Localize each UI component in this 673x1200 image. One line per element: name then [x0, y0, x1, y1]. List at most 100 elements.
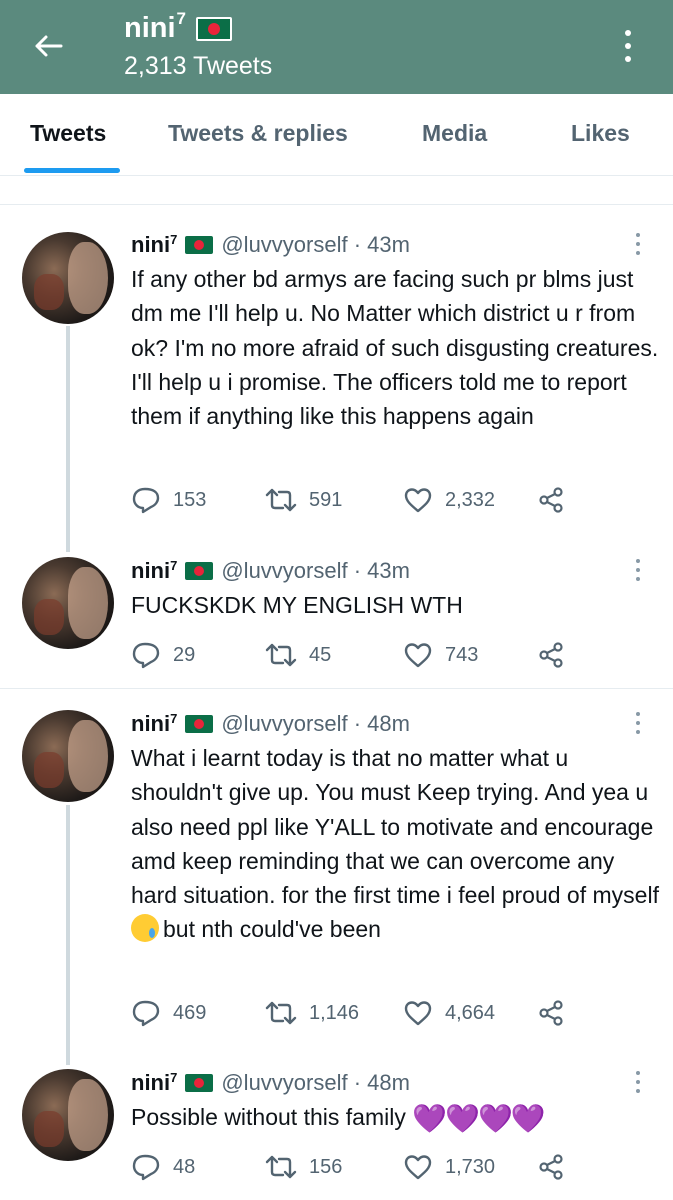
share-icon	[539, 487, 563, 513]
share-button[interactable]	[538, 484, 566, 516]
like-button[interactable]: 4,664	[403, 997, 495, 1029]
retweet-button[interactable]: 45	[265, 639, 331, 671]
profile-name-sup: 7	[176, 8, 187, 28]
tweet-more-icon[interactable]	[632, 233, 644, 255]
tweet-text-part: Possible without this family	[131, 1104, 406, 1130]
profile-header: nini 7 2,313 Tweets	[0, 0, 673, 94]
reply-icon	[132, 642, 160, 669]
tweet-header: nini7 @luvvyorself · 43m	[131, 558, 410, 584]
tweet-text: FUCKSKDK MY ENGLISH WTH	[131, 592, 463, 618]
tweet-text: Possible without this family 💜💜💜💜	[131, 1100, 661, 1136]
like-icon	[404, 1001, 432, 1026]
tweet-header: nini7 @luvvyorself · 48m	[131, 711, 410, 737]
reply-count: 48	[173, 1155, 196, 1178]
divider	[0, 204, 673, 205]
tweet-count: 2,313 Tweets	[124, 52, 273, 80]
avatar[interactable]	[22, 1069, 114, 1161]
tweet-author-name: nini7	[131, 232, 178, 257]
tweet-actions: 29 45 743	[131, 639, 581, 671]
reply-button[interactable]: 48	[131, 1151, 195, 1183]
like-button[interactable]: 2,332	[403, 484, 495, 516]
tweet-text-part: What i learnt today is that no matter wh…	[131, 745, 659, 909]
thread-line	[66, 326, 70, 552]
share-icon	[539, 642, 563, 668]
tweet-separator	[0, 688, 673, 689]
tweet-handle-time: @luvvyorself · 43m	[221, 232, 410, 257]
like-count: 4,664	[445, 1001, 496, 1024]
share-button[interactable]	[538, 997, 566, 1029]
avatar[interactable]	[22, 557, 114, 649]
retweet-button[interactable]: 156	[265, 1151, 342, 1183]
like-count: 743	[445, 643, 479, 666]
retweet-icon	[265, 643, 297, 667]
share-button[interactable]	[538, 639, 566, 671]
avatar[interactable]	[22, 710, 114, 802]
bangladesh-flag-icon	[185, 715, 214, 733]
bangladesh-flag-icon	[196, 16, 233, 41]
tweet-more-icon[interactable]	[632, 559, 644, 581]
purple-hearts-emoji: 💜💜💜💜	[412, 1103, 545, 1134]
tweet-handle-time: @luvvyorself · 43m	[221, 558, 410, 583]
reply-button[interactable]: 469	[131, 997, 206, 1029]
retweet-count: 156	[309, 1155, 343, 1178]
share-button[interactable]	[538, 1151, 566, 1183]
reply-button[interactable]: 29	[131, 639, 195, 671]
like-count: 1,730	[445, 1155, 496, 1178]
like-icon	[404, 1155, 432, 1180]
reply-icon	[132, 1000, 160, 1027]
active-tab-indicator	[24, 168, 120, 173]
bangladesh-flag-icon	[185, 236, 214, 254]
retweet-count: 1,146	[309, 1001, 360, 1024]
tab-tweets[interactable]: Tweets	[30, 120, 106, 147]
tweet-header: nini7 @luvvyorself · 43m	[131, 232, 410, 258]
tweet-header: nini7 @luvvyorself · 48m	[131, 1070, 410, 1096]
more-vertical-icon[interactable]	[616, 26, 640, 66]
tweet-more-icon[interactable]	[632, 1071, 644, 1093]
reply-icon	[132, 487, 160, 514]
retweet-icon	[265, 488, 297, 512]
share-icon	[539, 1000, 563, 1026]
back-button[interactable]	[28, 28, 68, 64]
retweet-button[interactable]: 591	[265, 484, 342, 516]
profile-name: nini 7	[124, 8, 233, 45]
tweet-actions: 153 591 2,332	[131, 484, 581, 516]
retweet-icon	[265, 1155, 297, 1179]
like-button[interactable]: 743	[403, 639, 478, 671]
thread-line	[66, 805, 70, 1065]
bangladesh-flag-icon	[185, 562, 214, 580]
tweet-actions: 48 156 1,730	[131, 1151, 581, 1183]
profile-tabs: Tweets Tweets & replies Media Likes	[0, 94, 673, 176]
tab-media[interactable]: Media	[422, 120, 487, 147]
retweet-count: 45	[309, 643, 332, 666]
share-icon	[539, 1154, 563, 1180]
tweet-handle-time: @luvvyorself · 48m	[221, 1070, 410, 1095]
tweet-text: What i learnt today is that no matter wh…	[131, 741, 661, 947]
retweet-button[interactable]: 1,146	[265, 997, 359, 1029]
tweet-author-name: nini7	[131, 1070, 178, 1095]
back-arrow-icon	[35, 35, 63, 57]
tweet-text: If any other bd armys are facing such pr…	[131, 266, 659, 430]
tab-tweets-replies[interactable]: Tweets & replies	[168, 120, 348, 147]
retweet-icon	[265, 1001, 297, 1025]
reply-count: 469	[173, 1001, 207, 1024]
like-icon	[404, 488, 432, 513]
tweet-more-icon[interactable]	[632, 712, 644, 734]
bangladesh-flag-icon	[185, 1074, 214, 1092]
reply-button[interactable]: 153	[131, 484, 206, 516]
crying-face-emoji	[131, 914, 159, 943]
reply-icon	[132, 1154, 160, 1181]
tweet-text-part: but nth could've been	[163, 916, 381, 943]
reply-count: 29	[173, 643, 196, 666]
reply-count: 153	[173, 488, 207, 511]
retweet-count: 591	[309, 488, 343, 511]
like-button[interactable]: 1,730	[403, 1151, 495, 1183]
tab-likes[interactable]: Likes	[571, 120, 630, 147]
like-count: 2,332	[445, 488, 496, 511]
tweet-handle-time: @luvvyorself · 48m	[221, 711, 410, 736]
profile-name-text: nini	[124, 12, 176, 44]
tweet-author-name: nini7	[131, 711, 178, 736]
like-icon	[404, 643, 432, 668]
tweet-author-name: nini7	[131, 558, 178, 583]
avatar[interactable]	[22, 232, 114, 324]
tweet-actions: 469 1,146 4,664	[131, 997, 581, 1029]
